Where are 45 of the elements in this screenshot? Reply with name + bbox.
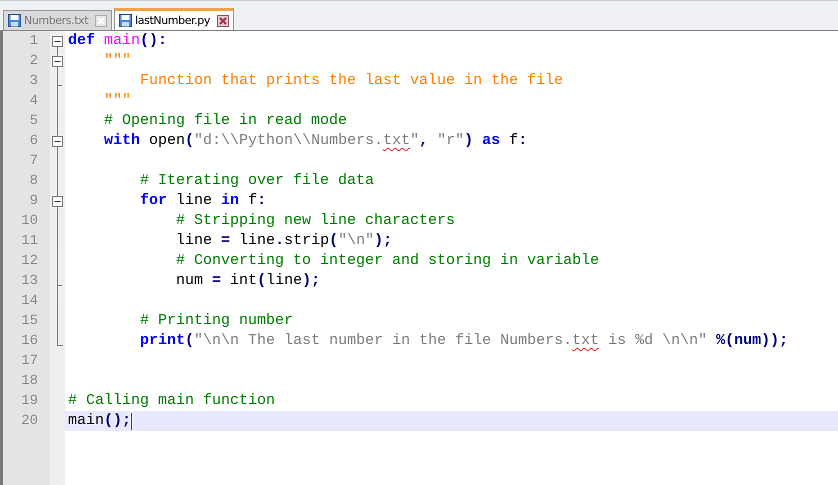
collapse-icon[interactable]: [52, 136, 63, 146]
close-icon: [218, 16, 227, 24]
line-number: 11: [20, 232, 39, 251]
code-line: line = line.strip("\n");: [175, 231, 392, 251]
line-number: 15: [20, 312, 39, 331]
line-number: 19: [20, 392, 39, 411]
line-number: 14: [20, 292, 39, 311]
line-number: 16: [20, 332, 39, 351]
line-number: 7: [28, 152, 39, 171]
line-number: 13: [20, 272, 39, 291]
collapse-icon[interactable]: [52, 56, 63, 66]
file-tab[interactable]: lastNumber.py: [114, 8, 234, 30]
line-number: 6: [28, 132, 39, 151]
code-line: # Printing number: [139, 311, 294, 331]
code-line: Function that prints the last value in the file: [139, 71, 564, 91]
code-line: # Calling main function: [68, 391, 276, 411]
collapse-icon[interactable]: [52, 196, 63, 206]
code-line: main();: [68, 411, 132, 431]
collapse-icon[interactable]: [52, 36, 63, 46]
line-number: 18: [20, 372, 39, 391]
code-line: print("\n\n The last number in the file Numbers.txt is %d \n\n" %(num));: [139, 331, 788, 351]
code-line: # Opening file in read mode: [103, 111, 348, 131]
close-button[interactable]: [216, 14, 229, 26]
line-number: 2: [28, 52, 39, 71]
line-number: 4: [28, 92, 39, 111]
line-number: 5: [28, 112, 39, 131]
code-line: # Converting to integer and storing in variable: [175, 251, 600, 271]
line-number: 10: [20, 212, 39, 231]
code-line: for line in f:: [139, 191, 266, 211]
code-line: def main():: [68, 31, 168, 51]
code-line: """: [103, 91, 132, 111]
line-number: 1: [28, 32, 39, 51]
line-number: 12: [20, 252, 39, 271]
line-number: 20: [20, 412, 39, 431]
code-line: with open("d:\\Python\\Numbers.txt", "r") as f:: [103, 131, 528, 151]
line-number: 9: [28, 192, 39, 211]
code-line: num = int(line);: [175, 271, 320, 291]
code-line: # Iterating over file data: [139, 171, 374, 191]
text-cursor: [131, 412, 132, 430]
line-number: 3: [28, 72, 39, 91]
code-line: """: [103, 51, 132, 71]
line-number: 17: [20, 352, 39, 371]
code-line: # Stripping new line characters: [175, 211, 456, 231]
close-icon: [97, 16, 106, 24]
line-number: 8: [28, 172, 39, 191]
